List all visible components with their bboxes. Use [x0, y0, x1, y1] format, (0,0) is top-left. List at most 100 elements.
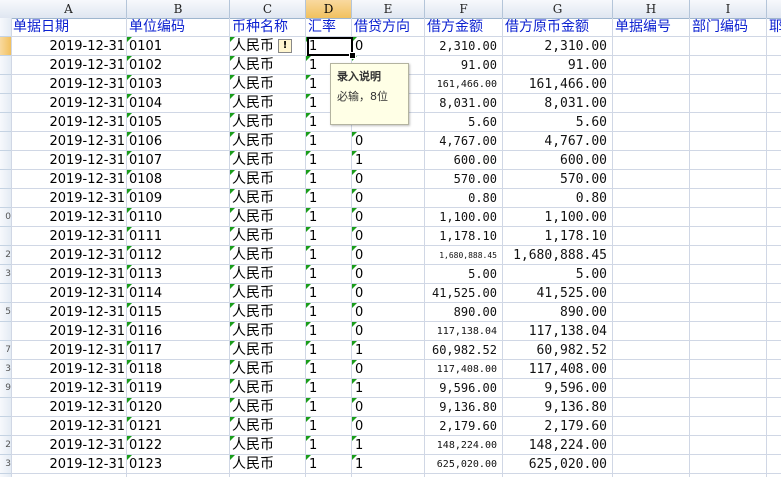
active-cell-border[interactable]	[307, 37, 353, 56]
direction-cell[interactable]: 0	[352, 189, 425, 208]
unit-code-cell[interactable]: 0122	[127, 436, 230, 455]
debit-amount-cell[interactable]: 60,982.52	[425, 341, 503, 360]
empty-cell[interactable]	[613, 246, 690, 265]
column-header-D[interactable]: D	[306, 0, 352, 18]
debit-amount-cell[interactable]: 117,408.00	[425, 360, 503, 379]
rate-cell[interactable]: 1	[306, 455, 352, 474]
header-cell[interactable]: 借方金额	[425, 18, 503, 37]
column-header-A[interactable]: A	[11, 0, 127, 18]
direction-cell[interactable]: 0	[352, 417, 425, 436]
row-header[interactable]	[0, 417, 11, 436]
empty-cell[interactable]	[767, 246, 781, 265]
currency-cell[interactable]: 人民币	[230, 189, 306, 208]
date-cell[interactable]: 2019-12-31	[11, 37, 127, 56]
rate-cell[interactable]: 1	[306, 398, 352, 417]
direction-cell[interactable]: 1	[352, 151, 425, 170]
column-header-B[interactable]: B	[127, 0, 230, 18]
unit-code-cell[interactable]: 0110	[127, 208, 230, 227]
empty-cell[interactable]	[690, 113, 767, 132]
column-header-F[interactable]: F	[425, 0, 503, 18]
empty-cell[interactable]	[690, 322, 767, 341]
direction-cell[interactable]: 0	[352, 246, 425, 265]
empty-cell[interactable]	[613, 208, 690, 227]
currency-cell[interactable]: 人民币	[230, 417, 306, 436]
empty-cell[interactable]	[767, 189, 781, 208]
date-cell[interactable]: 2019-12-31	[11, 132, 127, 151]
rate-cell[interactable]: 1	[306, 341, 352, 360]
empty-cell[interactable]	[613, 132, 690, 151]
debit-amount-cell[interactable]: 890.00	[425, 303, 503, 322]
unit-code-cell[interactable]: 0108	[127, 170, 230, 189]
row-header[interactable]: 7	[0, 341, 11, 360]
currency-cell[interactable]: 人民币	[230, 227, 306, 246]
debit-original-amount-cell[interactable]: 161,466.00	[503, 75, 613, 94]
column-header-E[interactable]: E	[352, 0, 425, 18]
empty-cell[interactable]	[690, 94, 767, 113]
debit-original-amount-cell[interactable]: 91.00	[503, 56, 613, 75]
rate-cell[interactable]: 1	[306, 151, 352, 170]
empty-cell[interactable]	[690, 227, 767, 246]
row-header[interactable]: 0	[0, 208, 11, 227]
debit-amount-cell[interactable]: 2,310.00	[425, 37, 503, 56]
unit-code-cell[interactable]: 0121	[127, 417, 230, 436]
direction-cell[interactable]: 1	[352, 455, 425, 474]
empty-cell[interactable]	[767, 379, 781, 398]
empty-cell[interactable]	[690, 436, 767, 455]
empty-cell[interactable]	[767, 417, 781, 436]
column-header-G[interactable]: G	[503, 0, 613, 18]
direction-cell[interactable]: 0	[352, 208, 425, 227]
empty-cell[interactable]	[767, 360, 781, 379]
debit-amount-cell[interactable]: 1,178.10	[425, 227, 503, 246]
currency-cell[interactable]: 人民币	[230, 379, 306, 398]
rate-cell[interactable]: 1	[306, 265, 352, 284]
empty-cell[interactable]	[690, 341, 767, 360]
empty-cell[interactable]	[613, 75, 690, 94]
debit-original-amount-cell[interactable]: 9,136.80	[503, 398, 613, 417]
empty-cell[interactable]	[690, 284, 767, 303]
debit-amount-cell[interactable]: 8,031.00	[425, 94, 503, 113]
date-cell[interactable]: 2019-12-31	[11, 455, 127, 474]
debit-original-amount-cell[interactable]: 5.00	[503, 265, 613, 284]
debit-amount-cell[interactable]: 0.80	[425, 189, 503, 208]
rate-cell[interactable]: 1	[306, 303, 352, 322]
column-header-next[interactable]	[767, 0, 781, 18]
unit-code-cell[interactable]: 0120	[127, 398, 230, 417]
currency-cell[interactable]: 人民币	[230, 132, 306, 151]
debit-amount-cell[interactable]: 148,224.00	[425, 436, 503, 455]
spreadsheet[interactable]: ABCDEFGHI 023573923 单据日期 单位编码 币种名称 汇率 借贷方向 借方…	[0, 0, 781, 477]
date-cell[interactable]: 2019-12-31	[11, 189, 127, 208]
currency-cell[interactable]: 人民币	[230, 246, 306, 265]
column-header-I[interactable]: I	[690, 0, 767, 18]
rate-cell[interactable]: 1	[306, 170, 352, 189]
date-cell[interactable]: 2019-12-31	[11, 303, 127, 322]
debit-amount-cell[interactable]: 600.00	[425, 151, 503, 170]
column-header-C[interactable]: C	[230, 0, 306, 18]
empty-cell[interactable]	[613, 455, 690, 474]
empty-cell[interactable]	[613, 189, 690, 208]
rate-cell[interactable]: 1	[306, 417, 352, 436]
empty-cell[interactable]	[690, 37, 767, 56]
empty-cell[interactable]	[690, 56, 767, 75]
direction-cell[interactable]: 0	[352, 360, 425, 379]
empty-cell[interactable]	[690, 303, 767, 322]
row-header[interactable]: 5	[0, 303, 11, 322]
currency-cell[interactable]: 人民币	[230, 455, 306, 474]
debit-amount-cell[interactable]: 91.00	[425, 56, 503, 75]
empty-cell[interactable]	[690, 75, 767, 94]
empty-cell[interactable]	[690, 151, 767, 170]
unit-code-cell[interactable]: 0116	[127, 322, 230, 341]
empty-cell[interactable]	[690, 360, 767, 379]
debit-original-amount-cell[interactable]: 0.80	[503, 189, 613, 208]
empty-cell[interactable]	[767, 37, 781, 56]
empty-cell[interactable]	[767, 436, 781, 455]
direction-cell[interactable]: 0	[352, 284, 425, 303]
debit-amount-cell[interactable]: 2,179.60	[425, 417, 503, 436]
row-header[interactable]	[0, 94, 11, 113]
debit-original-amount-cell[interactable]: 625,020.00	[503, 455, 613, 474]
rate-cell[interactable]: 1	[306, 189, 352, 208]
currency-cell[interactable]: 人民币	[230, 284, 306, 303]
unit-code-cell[interactable]: 0114	[127, 284, 230, 303]
rate-cell[interactable]: 1	[306, 284, 352, 303]
date-cell[interactable]: 2019-12-31	[11, 170, 127, 189]
row-header[interactable]	[0, 75, 11, 94]
